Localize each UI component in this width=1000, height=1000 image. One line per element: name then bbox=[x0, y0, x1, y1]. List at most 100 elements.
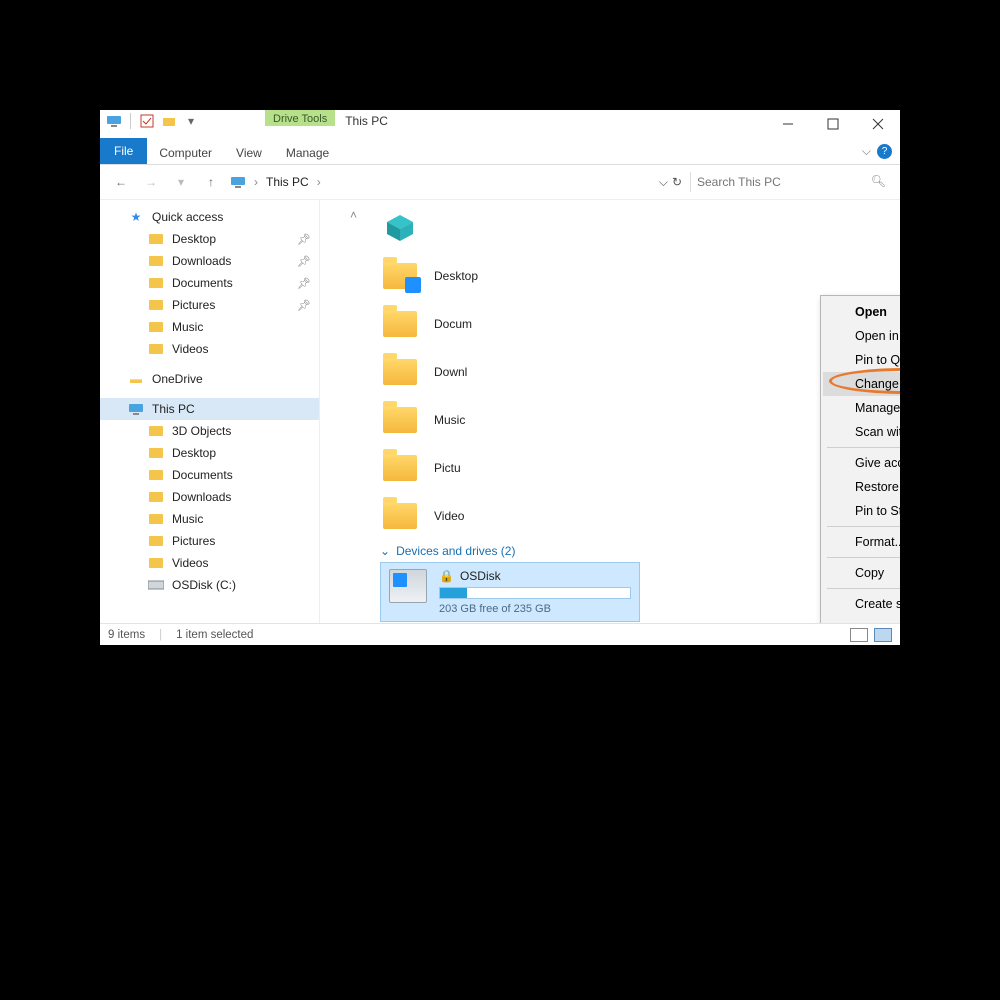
menu-separator bbox=[827, 447, 900, 448]
body: ★ Quick access Desktop📌︎Downloads📌︎Docum… bbox=[100, 200, 900, 623]
sidebar-item-documents[interactable]: Documents📌︎ bbox=[100, 272, 319, 294]
status-item-count: 9 items bbox=[108, 629, 145, 641]
search-icon: 🔍︎ bbox=[871, 174, 886, 188]
search-input[interactable] bbox=[690, 172, 890, 192]
drive-icon bbox=[148, 577, 164, 593]
sidebar-item-pictures[interactable]: Pictures bbox=[100, 530, 319, 552]
menu-item-copy[interactable]: Copy bbox=[823, 561, 900, 585]
drive-capacity-bar bbox=[439, 587, 631, 599]
menu-item-open-in-new-window[interactable]: Open in new window bbox=[823, 324, 900, 348]
list-item[interactable]: Desktop bbox=[380, 252, 900, 300]
minimize-button[interactable] bbox=[765, 110, 810, 138]
sidebar-item-videos[interactable]: Videos bbox=[100, 552, 319, 574]
folder-icon bbox=[148, 533, 164, 549]
pin-icon: 📌︎ bbox=[297, 299, 311, 312]
folder-icon bbox=[148, 319, 164, 335]
folder-label: Music bbox=[434, 413, 465, 427]
drive-icon bbox=[389, 569, 427, 603]
menu-item-manage-bitlocker[interactable]: Manage BitLocker bbox=[823, 396, 900, 420]
scroll-up-icon[interactable]: ˄ bbox=[350, 208, 357, 222]
sidebar-item-documents[interactable]: Documents bbox=[100, 464, 319, 486]
pin-icon: 📌︎ bbox=[297, 277, 311, 290]
drive-tile-osdisk[interactable]: 🔒 OSDisk (C:) OSDisk 203 GB free of 235 … bbox=[380, 562, 640, 622]
folder-label: Docum bbox=[434, 317, 472, 331]
menu-item-open[interactable]: Open bbox=[823, 300, 900, 324]
menu-item-pin-to-start[interactable]: Pin to Start bbox=[823, 499, 900, 523]
this-pc-icon bbox=[106, 113, 122, 129]
breadcrumb-caret[interactable]: › bbox=[317, 175, 321, 189]
breadcrumb-caret[interactable]: › bbox=[254, 175, 258, 189]
folder-icon bbox=[148, 231, 164, 247]
refresh-button[interactable]: ↻ bbox=[672, 175, 682, 189]
folder-icon bbox=[380, 256, 420, 296]
status-bar: 9 items | 1 item selected bbox=[100, 623, 900, 645]
window-title: This PC bbox=[335, 110, 765, 128]
separator bbox=[130, 113, 131, 129]
breadcrumb-this-pc[interactable]: This PC bbox=[266, 175, 309, 189]
folder-icon bbox=[380, 304, 420, 344]
recent-locations-button[interactable]: ▾ bbox=[170, 171, 192, 193]
list-item[interactable] bbox=[380, 204, 900, 252]
folder-label: Pictu bbox=[434, 461, 461, 475]
sidebar-item-desktop[interactable]: Desktop📌︎ bbox=[100, 228, 319, 250]
folder-icon bbox=[380, 352, 420, 392]
tab-view[interactable]: View bbox=[224, 142, 274, 164]
folder-icon bbox=[148, 555, 164, 571]
menu-separator bbox=[827, 588, 900, 589]
folder-icon bbox=[148, 253, 164, 269]
ribbon-collapse-icon[interactable]: ⌵ bbox=[862, 144, 871, 159]
new-folder-icon[interactable] bbox=[161, 113, 177, 129]
window-controls bbox=[765, 110, 900, 138]
menu-item-scan-with-sophos-anti-virus[interactable]: Scan with Sophos Anti-Virus bbox=[823, 420, 900, 444]
sidebar-item-music[interactable]: Music bbox=[100, 316, 319, 338]
sidebar-item-osdisk-c-[interactable]: OSDisk (C:) bbox=[100, 574, 319, 596]
maximize-button[interactable] bbox=[810, 110, 855, 138]
sidebar-item-pictures[interactable]: Pictures📌︎ bbox=[100, 294, 319, 316]
back-button[interactable]: ← bbox=[110, 171, 132, 193]
folder-icon bbox=[380, 496, 420, 536]
tab-file[interactable]: File bbox=[100, 138, 147, 164]
nav-onedrive[interactable]: ▬ OneDrive bbox=[100, 368, 319, 390]
sidebar-item-downloads[interactable]: Downloads bbox=[100, 486, 319, 508]
qat-dropdown-icon[interactable]: ▾ bbox=[183, 113, 199, 129]
address-dropdown-icon[interactable]: ⌵ bbox=[659, 175, 668, 190]
tab-computer[interactable]: Computer bbox=[147, 142, 224, 164]
sidebar-item-desktop[interactable]: Desktop bbox=[100, 442, 319, 464]
forward-button[interactable]: → bbox=[140, 171, 162, 193]
context-tab-drive-tools: Drive Tools bbox=[265, 110, 335, 126]
sidebar-item-videos[interactable]: Videos bbox=[100, 338, 319, 360]
sidebar-item-3d-objects[interactable]: 3D Objects bbox=[100, 420, 319, 442]
details-view-button[interactable] bbox=[850, 628, 868, 642]
menu-item-give-access-to[interactable]: Give access to› bbox=[823, 451, 900, 475]
menu-separator bbox=[827, 557, 900, 558]
nav-this-pc[interactable]: This PC bbox=[100, 398, 319, 420]
folder-icon bbox=[148, 297, 164, 313]
drive-free-text: 203 GB free of 235 GB bbox=[439, 603, 631, 615]
folder-label: Downl bbox=[434, 365, 467, 379]
close-button[interactable] bbox=[855, 110, 900, 138]
menu-item-rename[interactable]: Rename bbox=[823, 616, 900, 623]
star-icon: ★ bbox=[128, 209, 144, 225]
sidebar-item-downloads[interactable]: Downloads📌︎ bbox=[100, 250, 319, 272]
help-icon[interactable]: ? bbox=[877, 144, 892, 159]
folder-icon bbox=[148, 467, 164, 483]
navigation-pane: ★ Quick access Desktop📌︎Downloads📌︎Docum… bbox=[100, 200, 320, 623]
this-pc-icon bbox=[128, 401, 144, 417]
menu-item-change-bitlocker-pin[interactable]: Change BitLocker PIN bbox=[823, 372, 900, 396]
menu-item-restore-previous-versions[interactable]: Restore previous versions bbox=[823, 475, 900, 499]
sidebar-item-music[interactable]: Music bbox=[100, 508, 319, 530]
quick-access-toolbar: ▾ bbox=[100, 110, 205, 132]
properties-icon[interactable] bbox=[139, 113, 155, 129]
tiles-view-button[interactable] bbox=[874, 628, 892, 642]
folder-icon bbox=[380, 400, 420, 440]
explorer-window: ▾ Drive Tools This PC File Computer View… bbox=[100, 110, 900, 645]
tab-manage[interactable]: Manage bbox=[274, 142, 341, 164]
nav-quick-access[interactable]: ★ Quick access bbox=[100, 206, 319, 228]
up-button[interactable]: ↑ bbox=[200, 171, 222, 193]
folder-icon bbox=[148, 445, 164, 461]
menu-item-format-[interactable]: Format... bbox=[823, 530, 900, 554]
titlebar: ▾ Drive Tools This PC File Computer View… bbox=[100, 110, 900, 165]
ribbon-tabs: File Computer View Manage bbox=[100, 138, 341, 164]
menu-item-pin-to-quick-access[interactable]: Pin to Quick access bbox=[823, 348, 900, 372]
menu-item-create-shortcut[interactable]: Create shortcut bbox=[823, 592, 900, 616]
